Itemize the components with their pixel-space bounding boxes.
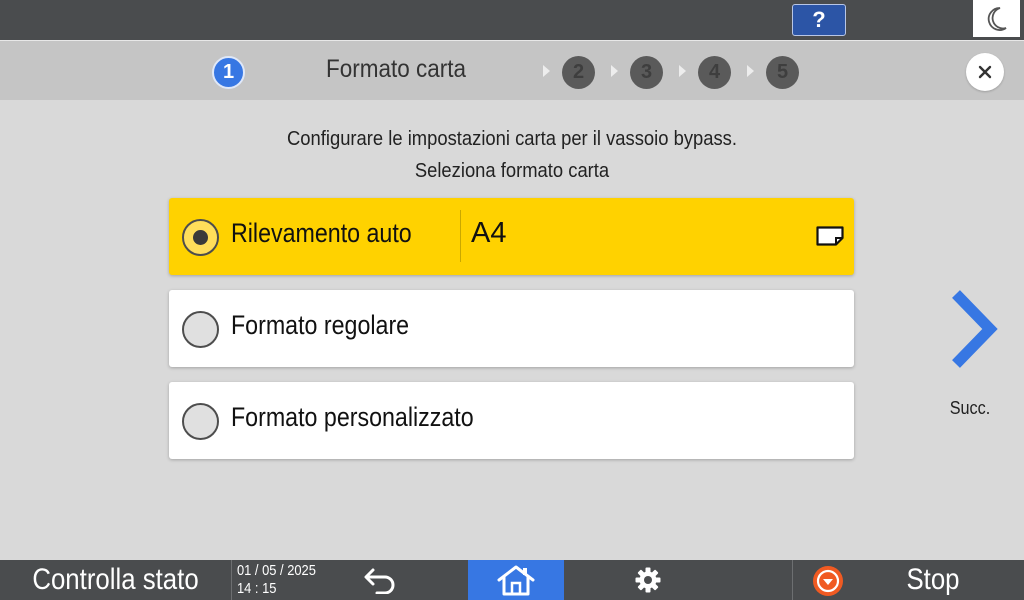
page-title: Formato carta	[326, 55, 467, 83]
stop-icon	[813, 566, 843, 596]
date-text: 01 / 05 / 2025	[237, 562, 316, 579]
step-3-indicator: 3	[630, 56, 663, 89]
option-label: Rilevamento auto	[231, 218, 412, 248]
option-custom-size[interactable]: Formato personalizzato	[169, 382, 854, 459]
radio-dot	[193, 230, 208, 245]
detected-size-value: A4	[471, 217, 507, 249]
option-label: Formato personalizzato	[231, 402, 474, 432]
option-label: Formato regolare	[231, 310, 410, 340]
step-2-indicator: 2	[562, 56, 595, 89]
option-regular-size[interactable]: Formato regolare	[169, 290, 854, 367]
option-auto-detect[interactable]: Rilevamento auto A4	[169, 198, 854, 275]
gear-icon	[635, 567, 661, 593]
paper-orientation-icon	[816, 226, 844, 246]
step-arrow-icon	[679, 65, 686, 77]
moon-icon	[987, 6, 1007, 31]
wizard-header: 1 Formato carta 2 3 4 5	[0, 40, 1024, 100]
radio-button-selected[interactable]	[182, 219, 219, 256]
close-button[interactable]	[966, 53, 1004, 91]
step-arrow-icon	[747, 65, 754, 77]
stop-button[interactable]: Stop	[870, 560, 996, 600]
step-arrow-icon	[543, 65, 550, 77]
instruction-subtext: Seleziona formato carta	[414, 160, 610, 182]
step-1-indicator: 1	[212, 56, 245, 89]
option-divider	[460, 210, 461, 262]
date-time: 01 / 05 / 2025 14 : 15	[237, 562, 316, 598]
back-arrow-icon	[364, 568, 395, 594]
chevron-right-icon	[952, 290, 998, 368]
bottom-bar: Controlla stato 01 / 05 / 2025 14 : 15 S…	[0, 560, 1024, 600]
close-icon	[978, 65, 992, 79]
step-4-indicator: 4	[698, 56, 731, 89]
separator	[792, 560, 793, 600]
separator	[231, 560, 232, 600]
home-icon	[497, 565, 535, 596]
check-status-button[interactable]: Controlla stato	[16, 560, 215, 600]
settings-button[interactable]	[618, 560, 678, 600]
instruction-text: Configurare le impostazioni carta per il…	[287, 128, 737, 150]
radio-button[interactable]	[182, 311, 219, 348]
time-text: 14 : 15	[237, 580, 277, 597]
help-button[interactable]: ?	[792, 4, 846, 36]
radio-button[interactable]	[182, 403, 219, 440]
step-arrow-icon	[611, 65, 618, 77]
energy-saver-button[interactable]	[973, 0, 1020, 37]
top-bar: ?	[0, 0, 1024, 40]
back-button[interactable]	[350, 560, 410, 600]
home-button[interactable]	[468, 560, 564, 600]
step-5-indicator: 5	[766, 56, 799, 89]
next-button[interactable]	[940, 288, 1004, 370]
next-label: Succ.	[949, 398, 991, 418]
